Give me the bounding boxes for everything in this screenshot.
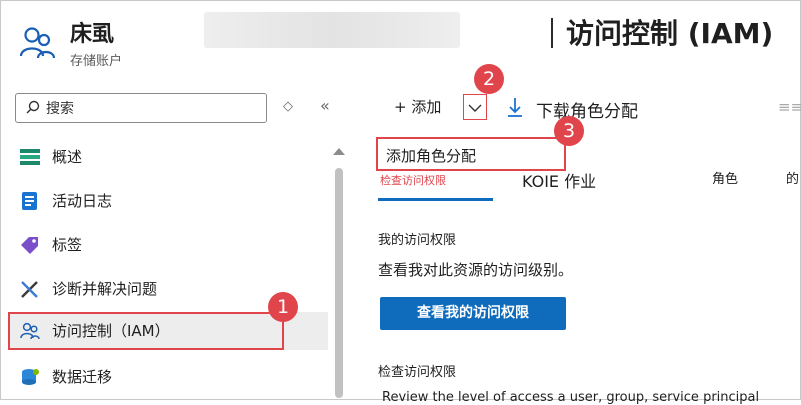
chevron-down-icon[interactable] xyxy=(463,94,487,120)
callout-badge-2: 2 xyxy=(474,64,504,94)
callout-badge-3: 3 xyxy=(554,116,584,146)
sidebar-item-tags[interactable]: 标签 xyxy=(8,226,328,264)
activity-log-icon xyxy=(22,192,37,210)
collapse-sidebar-icon[interactable]: « xyxy=(320,96,330,115)
view-my-access-button[interactable]: 查看我的访问权限 xyxy=(380,297,566,330)
overview-icon xyxy=(20,149,40,165)
callout-highlight-iam xyxy=(8,312,284,350)
download-icon[interactable] xyxy=(507,97,523,117)
check-access-description: Review the level of access a user, group… xyxy=(382,390,760,405)
sidebar-item-label: 概述 xyxy=(52,148,83,166)
sidebar-item-overview[interactable]: 概述 xyxy=(8,138,328,176)
sidebar-item-label: 标签 xyxy=(52,236,83,254)
download-role-assignments-button[interactable]: 下载角色分配 xyxy=(536,97,638,122)
page-title: 访问控制 (IAM) xyxy=(566,17,774,50)
add-role-assignment-menu-item[interactable]: 添加角色分配 xyxy=(386,145,476,166)
tab-roles[interactable]: 角色 xyxy=(712,168,738,187)
sidebar-item-data-migration[interactable]: 数据迁移 xyxy=(8,358,328,396)
tab-truncated[interactable]: 的 xyxy=(786,168,799,187)
users-icon xyxy=(19,27,56,59)
search-input[interactable]: 搜索 xyxy=(15,93,267,123)
title-separator xyxy=(551,18,553,48)
wrench-icon xyxy=(21,281,38,298)
resource-type: 存储账户 xyxy=(70,54,123,69)
more-columns-icon[interactable]: ≡≡ xyxy=(778,98,801,116)
data-migration-icon xyxy=(22,369,39,385)
add-button[interactable]: + 添加 xyxy=(394,96,441,117)
tab-check-access[interactable]: 检查访问权限 xyxy=(380,172,446,188)
my-access-heading: 我的访问权限 xyxy=(378,233,457,248)
sidebar-item-activity-log[interactable]: 活动日志 xyxy=(8,182,328,220)
resource-name: 床虱 xyxy=(70,22,115,47)
scrollbar-thumb[interactable] xyxy=(335,168,343,398)
callout-badge-1: 1 xyxy=(268,292,298,322)
add-dropdown-menu: 添加角色分配 xyxy=(376,137,566,171)
my-access-description: 查看我对此资源的访问级别。 xyxy=(378,261,574,279)
redacted-region xyxy=(204,12,460,48)
tab-koie-jobs[interactable]: KOIE 作业 xyxy=(522,168,596,192)
search-icon xyxy=(26,100,40,114)
tag-icon xyxy=(21,237,38,254)
sidebar-item-label: 诊断并解决问题 xyxy=(52,280,158,298)
scroll-up-icon[interactable] xyxy=(333,148,345,155)
sidebar-item-label: 数据迁移 xyxy=(52,368,113,386)
check-access-heading: 检查访问权限 xyxy=(378,365,457,380)
active-tab-indicator xyxy=(378,198,493,201)
sort-toggle-icon[interactable]: ◇ xyxy=(283,99,293,114)
search-placeholder: 搜索 xyxy=(46,101,74,117)
sidebar-item-label: 活动日志 xyxy=(52,192,113,210)
